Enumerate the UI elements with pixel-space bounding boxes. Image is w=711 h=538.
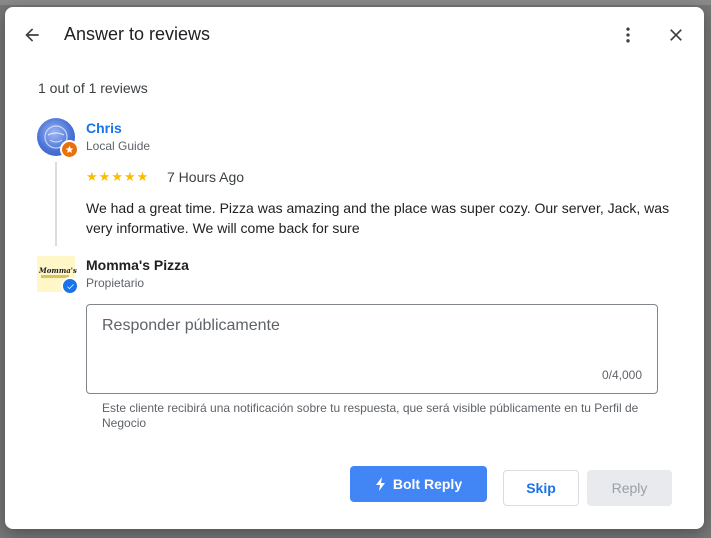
lightning-bolt-icon (375, 477, 385, 491)
checkmark-icon (66, 283, 74, 289)
answer-reviews-dialog: Answer to reviews 1 out of 1 reviews Chr… (5, 7, 704, 529)
verified-check-icon (61, 277, 79, 295)
business-logo: Momma's (37, 256, 79, 295)
business-role: Propietario (86, 276, 145, 290)
reviewer-avatar[interactable] (37, 118, 79, 159)
close-icon (670, 29, 682, 41)
local-guide-badge-icon (60, 140, 79, 159)
review-text: We had a great time. Pizza was amazing a… (86, 200, 670, 236)
star-icon: ★ (98, 169, 111, 184)
bolt-reply-label: Bolt Reply (392, 476, 463, 492)
dialog-title: Answer to reviews (64, 24, 211, 44)
star-rating: ★ ★ ★ ★ ★ (86, 169, 148, 185)
reviewer-subtitle: Local Guide (86, 139, 151, 153)
close-button[interactable] (662, 21, 690, 49)
business-name: Momma's Pizza (86, 257, 189, 273)
star-icon: ★ (111, 169, 123, 184)
thread-divider (55, 162, 57, 246)
review-time: 7 Hours Ago (167, 169, 245, 185)
star-icon: ★ (136, 169, 149, 184)
star-icon: ★ (86, 169, 98, 184)
background-page (0, 0, 711, 5)
reply-textarea[interactable]: Responder públicamente 0/4,000 (86, 304, 658, 394)
reviewer-name[interactable]: Chris (86, 120, 122, 136)
character-counter: 0/4,000 (601, 368, 642, 382)
bolt-reply-button[interactable]: Bolt Reply (350, 466, 487, 502)
star-icon: ★ (123, 169, 136, 184)
more-options-button[interactable] (614, 21, 642, 49)
business-logo-text: Momma's (39, 266, 77, 275)
arrow-left-icon (25, 28, 39, 42)
review-count: 1 out of 1 reviews (38, 80, 148, 96)
reply-placeholder: Responder públicamente (102, 317, 280, 334)
reply-button[interactable]: Reply (587, 470, 672, 506)
more-vertical-icon (626, 27, 630, 43)
star-icon (65, 145, 74, 153)
skip-button[interactable]: Skip (503, 470, 579, 506)
back-button[interactable] (18, 21, 46, 49)
reply-helper-text: Este cliente recibirá una notificación s… (102, 401, 639, 430)
